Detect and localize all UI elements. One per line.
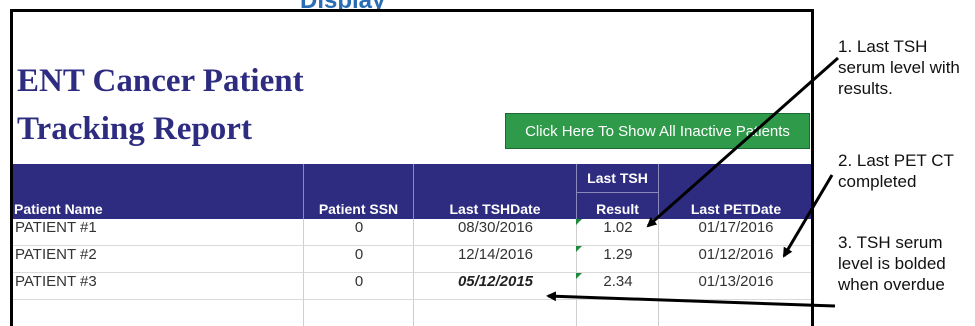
arrow-3: [546, 291, 836, 308]
arrow-1: [646, 56, 839, 228]
arrow-2: [782, 174, 834, 258]
callout-arrows: [546, 56, 839, 308]
